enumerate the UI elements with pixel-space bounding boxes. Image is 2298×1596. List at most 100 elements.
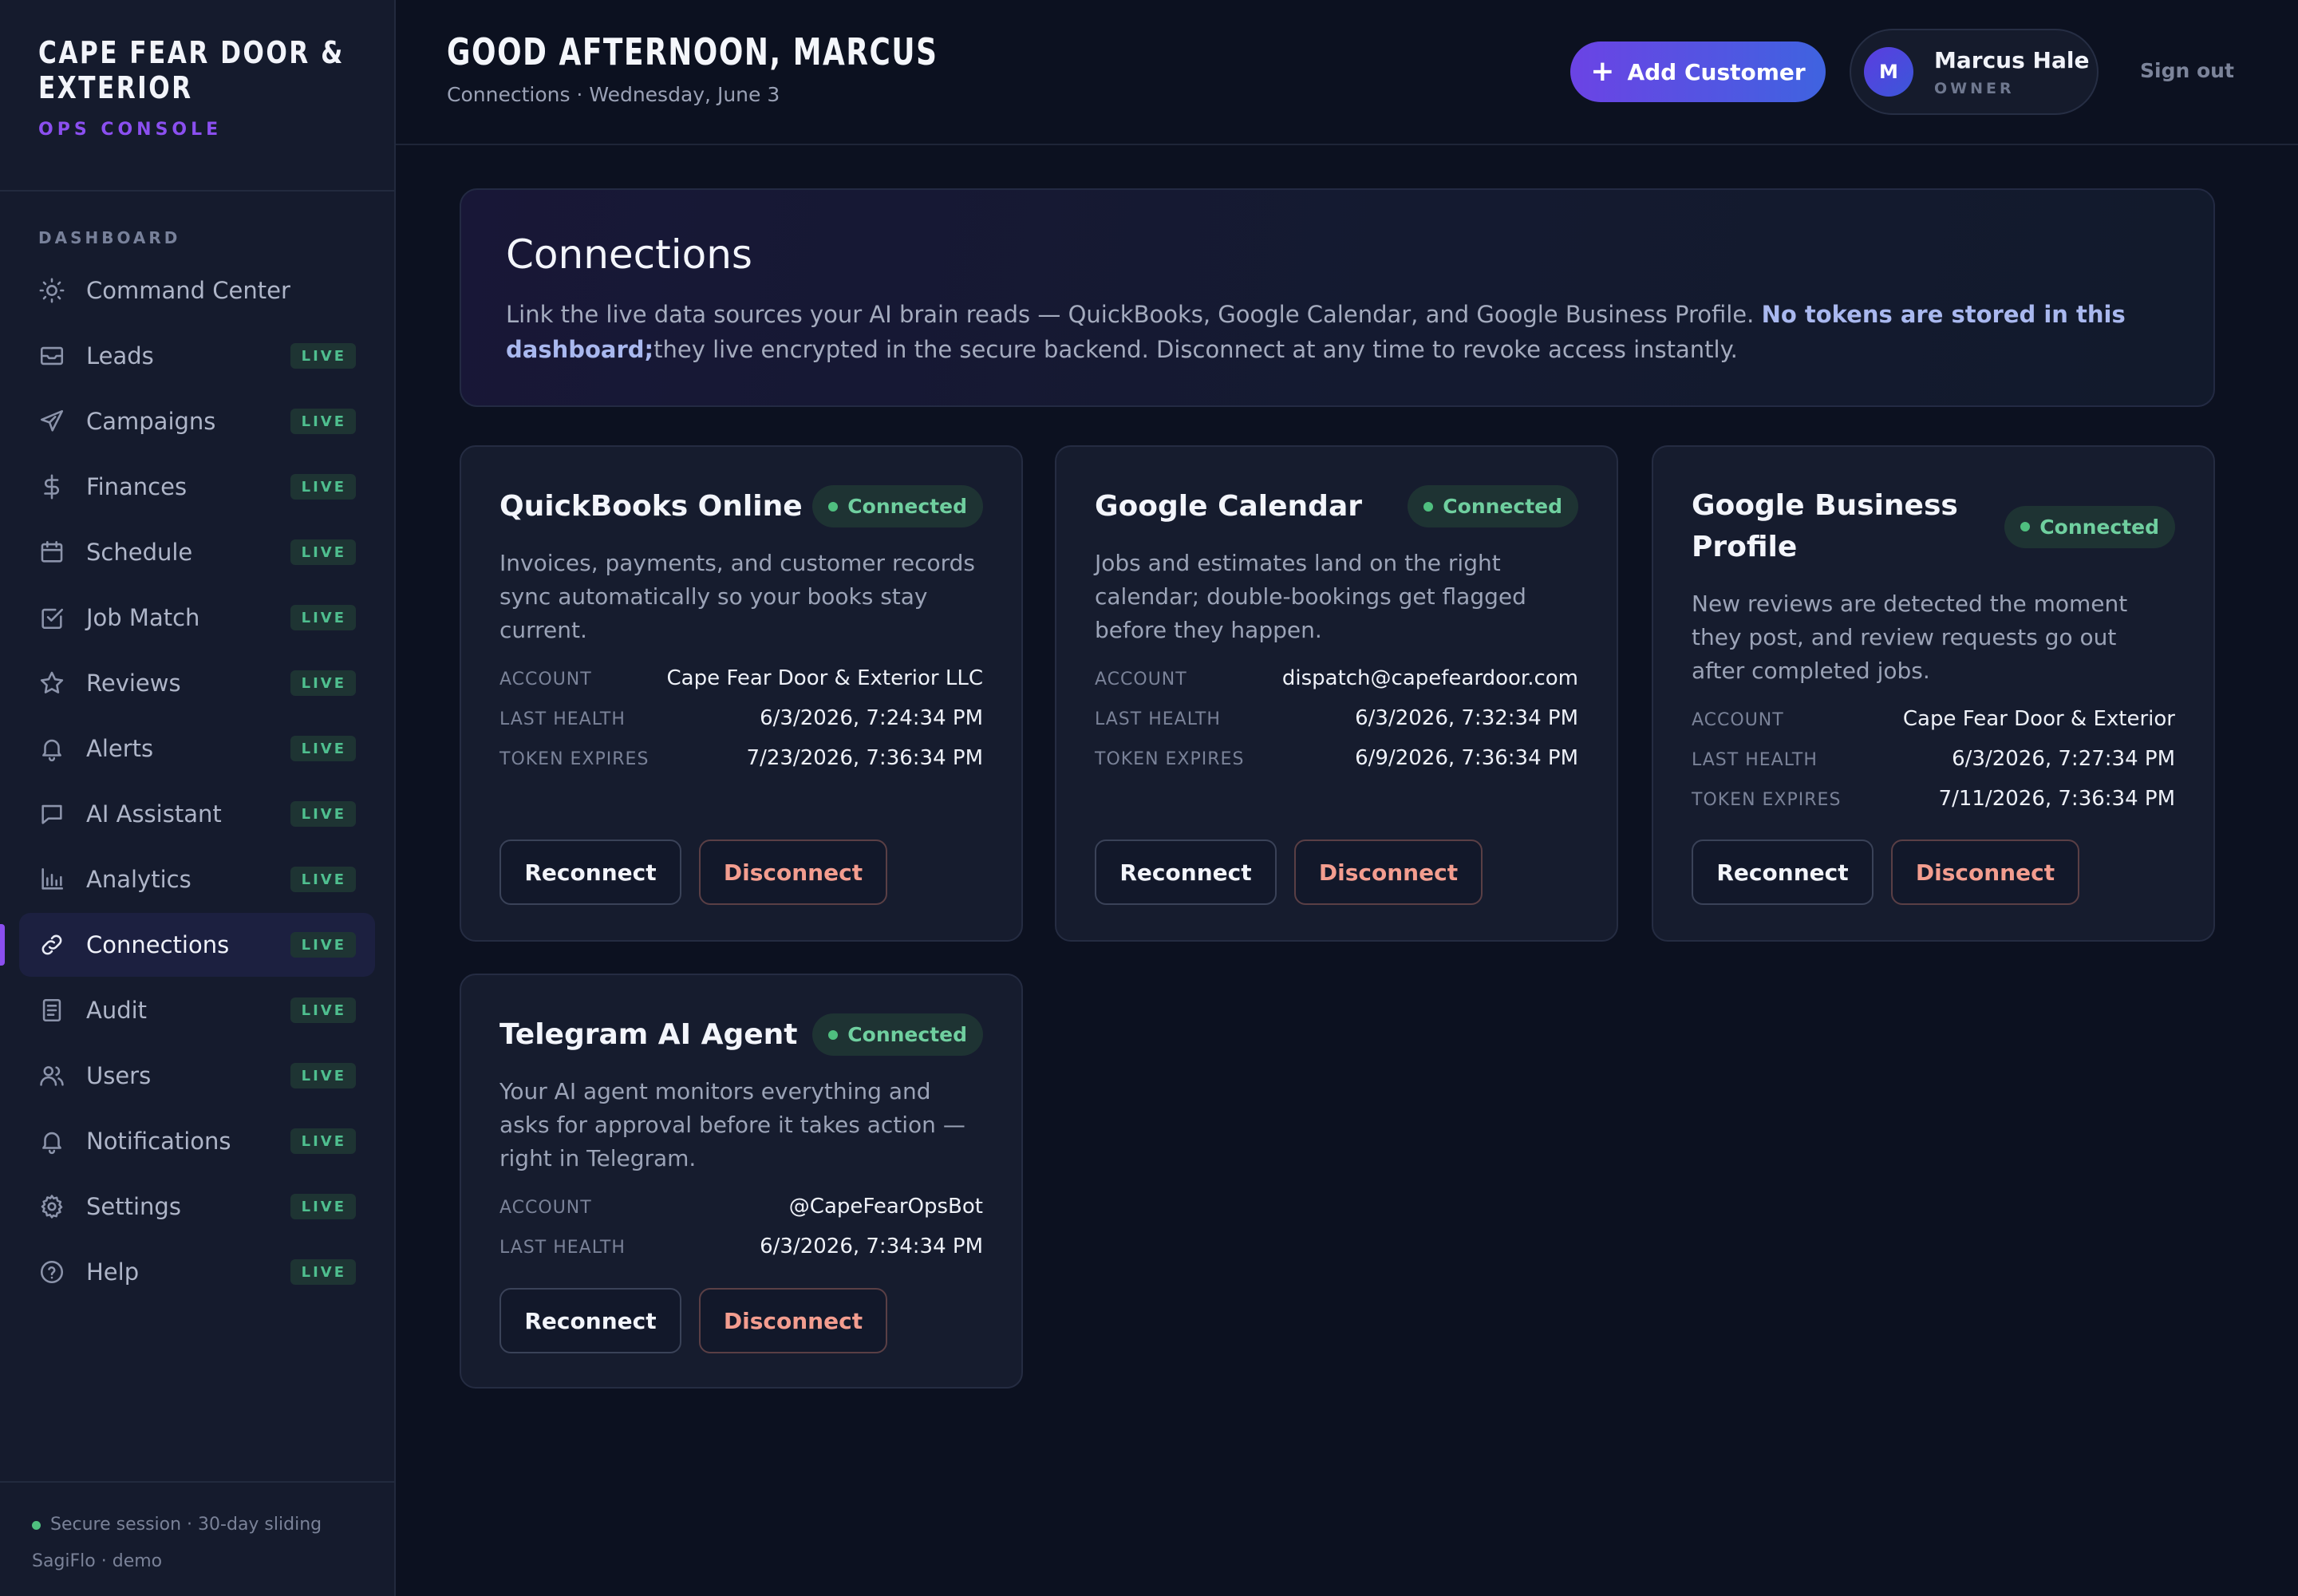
sidebar-item-connections[interactable]: Connections LIVE: [0, 913, 375, 977]
session-status: Secure session · 30-day sliding: [32, 1507, 362, 1543]
user-role: OWNER: [1934, 79, 2015, 97]
bell-icon: [38, 1128, 65, 1155]
bar-chart-icon: [38, 866, 65, 893]
chat-icon: [38, 800, 65, 828]
card-actions: Reconnect Disconnect: [1095, 839, 1483, 905]
sun-icon: [38, 277, 65, 304]
brand: CAPE FEAR DOOR & EXTERIOR OPS CONSOLE: [0, 0, 394, 192]
disconnect-button[interactable]: Disconnect: [699, 839, 887, 905]
detail-value: Cape Fear Door & Exterior LLC: [666, 666, 984, 690]
sidebar: CAPE FEAR DOOR & EXTERIOR OPS CONSOLE DA…: [0, 0, 396, 1596]
card-header: Google Business Profile Connected: [1692, 485, 2175, 568]
status-label: Connected: [2039, 515, 2159, 539]
sidebar-item-finances[interactable]: Finances LIVE: [19, 455, 375, 519]
detail-value: 6/3/2026, 7:24:34 PM: [760, 706, 983, 730]
sidebar-item-label: Schedule: [86, 539, 193, 566]
intro-panel: Connections Link the live data sources y…: [460, 188, 2215, 407]
breadcrumb: Connections · Wednesday, June 3: [447, 83, 780, 106]
intro-text-start: Link the live data sources your AI brain…: [506, 301, 1762, 328]
live-badge: LIVE: [290, 1259, 356, 1285]
status-badge: Connected: [812, 1013, 983, 1056]
disconnect-button[interactable]: Disconnect: [1294, 839, 1483, 905]
card-details: ACCOUNT Cape Fear Door & Exterior LLC LAS…: [499, 666, 983, 786]
reconnect-button[interactable]: Reconnect: [499, 839, 681, 905]
detail-value: 7/11/2026, 7:36:34 PM: [1938, 787, 2175, 811]
user-name: Marcus Hale: [1934, 46, 2090, 73]
sidebar-item-label: Job Match: [86, 604, 200, 631]
card-header: Telegram AI Agent Connected: [499, 1013, 983, 1056]
top-header: GOOD AFTERNOON, MARCUS Connections · Wed…: [396, 0, 2298, 145]
detail-row: LAST HEALTH 6/3/2026, 7:24:34 PM: [499, 706, 983, 746]
sidebar-item-campaigns[interactable]: Campaigns LIVE: [19, 389, 375, 453]
detail-key: LAST HEALTH: [1095, 709, 1221, 729]
sidebar-item-label: Finances: [86, 473, 188, 500]
reconnect-button[interactable]: Reconnect: [499, 1288, 681, 1353]
page-title: Connections: [506, 231, 752, 278]
card-description: Your AI agent monitors everything and as…: [499, 1078, 965, 1171]
reconnect-button[interactable]: Reconnect: [1095, 839, 1277, 905]
sign-out-link[interactable]: Sign out: [2140, 59, 2234, 82]
live-badge: LIVE: [290, 1063, 356, 1088]
sidebar-item-job-match[interactable]: Job Match LIVE: [19, 586, 375, 650]
connection-card-google-business-profile: Google Business Profile Connected New re…: [1652, 445, 2215, 942]
link-icon: [38, 931, 65, 958]
status-badge: Connected: [812, 485, 983, 527]
sidebar-item-help[interactable]: Help LIVE: [19, 1240, 375, 1304]
detail-row: LAST HEALTH 6/3/2026, 7:34:34 PM: [499, 1235, 983, 1274]
sidebar-item-label: Analytics: [86, 866, 192, 893]
avatar: M: [1864, 47, 1913, 97]
live-badge: LIVE: [290, 998, 356, 1023]
detail-key: ACCOUNT: [499, 1198, 592, 1218]
intro-text: Link the live data sources your AI brain…: [506, 297, 2197, 367]
status-dot-icon: [1423, 501, 1434, 512]
sidebar-nav: Command Center Leads LIVE Campaigns LIVE…: [0, 259, 394, 1304]
sidebar-item-alerts[interactable]: Alerts LIVE: [19, 717, 375, 780]
detail-value: 6/9/2026, 7:36:34 PM: [1355, 746, 1578, 770]
card-actions: Reconnect Disconnect: [499, 1288, 887, 1353]
sidebar-item-command-center[interactable]: Command Center: [19, 259, 375, 322]
card-description: Jobs and estimates land on the right cal…: [1095, 550, 1526, 643]
live-badge: LIVE: [290, 605, 356, 630]
card-details: ACCOUNT dispatch@capefeardoor.com LAST HE…: [1095, 666, 1578, 786]
detail-key: ACCOUNT: [1095, 670, 1187, 689]
sidebar-item-users[interactable]: Users LIVE: [19, 1044, 375, 1108]
disconnect-button[interactable]: Disconnect: [1891, 839, 2079, 905]
sidebar-item-schedule[interactable]: Schedule LIVE: [19, 520, 375, 584]
card-description: New reviews are detected the moment they…: [1692, 591, 2128, 684]
detail-value: dispatch@capefeardoor.com: [1281, 666, 1578, 690]
gear-icon: [38, 1193, 65, 1220]
inbox-icon: [38, 342, 65, 369]
detail-row: TOKEN EXPIRES 7/23/2026, 7:36:34 PM: [499, 746, 983, 786]
sidebar-item-leads[interactable]: Leads LIVE: [19, 324, 375, 388]
card-title: Google Calendar: [1095, 489, 1362, 523]
card-title: Google Business Profile: [1692, 489, 1958, 563]
sidebar-item-audit[interactable]: Audit LIVE: [19, 978, 375, 1042]
nav-section-label: DASHBOARD: [38, 228, 181, 247]
sidebar-item-ai-assistant[interactable]: AI Assistant LIVE: [19, 782, 375, 846]
detail-value: Cape Fear Door & Exterior: [1902, 707, 2175, 731]
card-details: ACCOUNT Cape Fear Door & Exterior LAST HE…: [1692, 707, 2175, 827]
add-customer-label: Add Customer: [1627, 58, 1806, 85]
user-menu[interactable]: M Marcus Hale OWNER: [1850, 29, 2099, 115]
sidebar-item-reviews[interactable]: Reviews LIVE: [19, 651, 375, 715]
sidebar-item-label: Users: [86, 1062, 152, 1089]
card-actions: Reconnect Disconnect: [1692, 839, 2079, 905]
card-description: Invoices, payments, and customer records…: [499, 550, 975, 643]
status-dot-icon: [32, 1520, 41, 1530]
connection-card-telegram: Telegram AI Agent Connected Your AI agen…: [460, 974, 1023, 1389]
card-header: Google Calendar Connected: [1095, 485, 1578, 527]
disconnect-button[interactable]: Disconnect: [699, 1288, 887, 1353]
add-customer-button[interactable]: + Add Customer: [1570, 41, 1826, 102]
sidebar-item-settings[interactable]: Settings LIVE: [19, 1175, 375, 1238]
detail-value: 6/3/2026, 7:32:34 PM: [1355, 706, 1578, 730]
plus-icon: +: [1590, 55, 1615, 88]
live-badge: LIVE: [290, 474, 356, 500]
live-badge: LIVE: [290, 932, 356, 958]
sidebar-item-notifications[interactable]: Notifications LIVE: [19, 1109, 375, 1173]
sidebar-item-analytics[interactable]: Analytics LIVE: [19, 847, 375, 911]
reconnect-button[interactable]: Reconnect: [1692, 839, 1874, 905]
detail-key: TOKEN EXPIRES: [499, 749, 650, 769]
user-info: Marcus Hale OWNER: [1934, 47, 2089, 97]
brand-name-line1: CAPE FEAR DOOR &: [38, 35, 345, 70]
dollar-icon: [38, 473, 65, 500]
